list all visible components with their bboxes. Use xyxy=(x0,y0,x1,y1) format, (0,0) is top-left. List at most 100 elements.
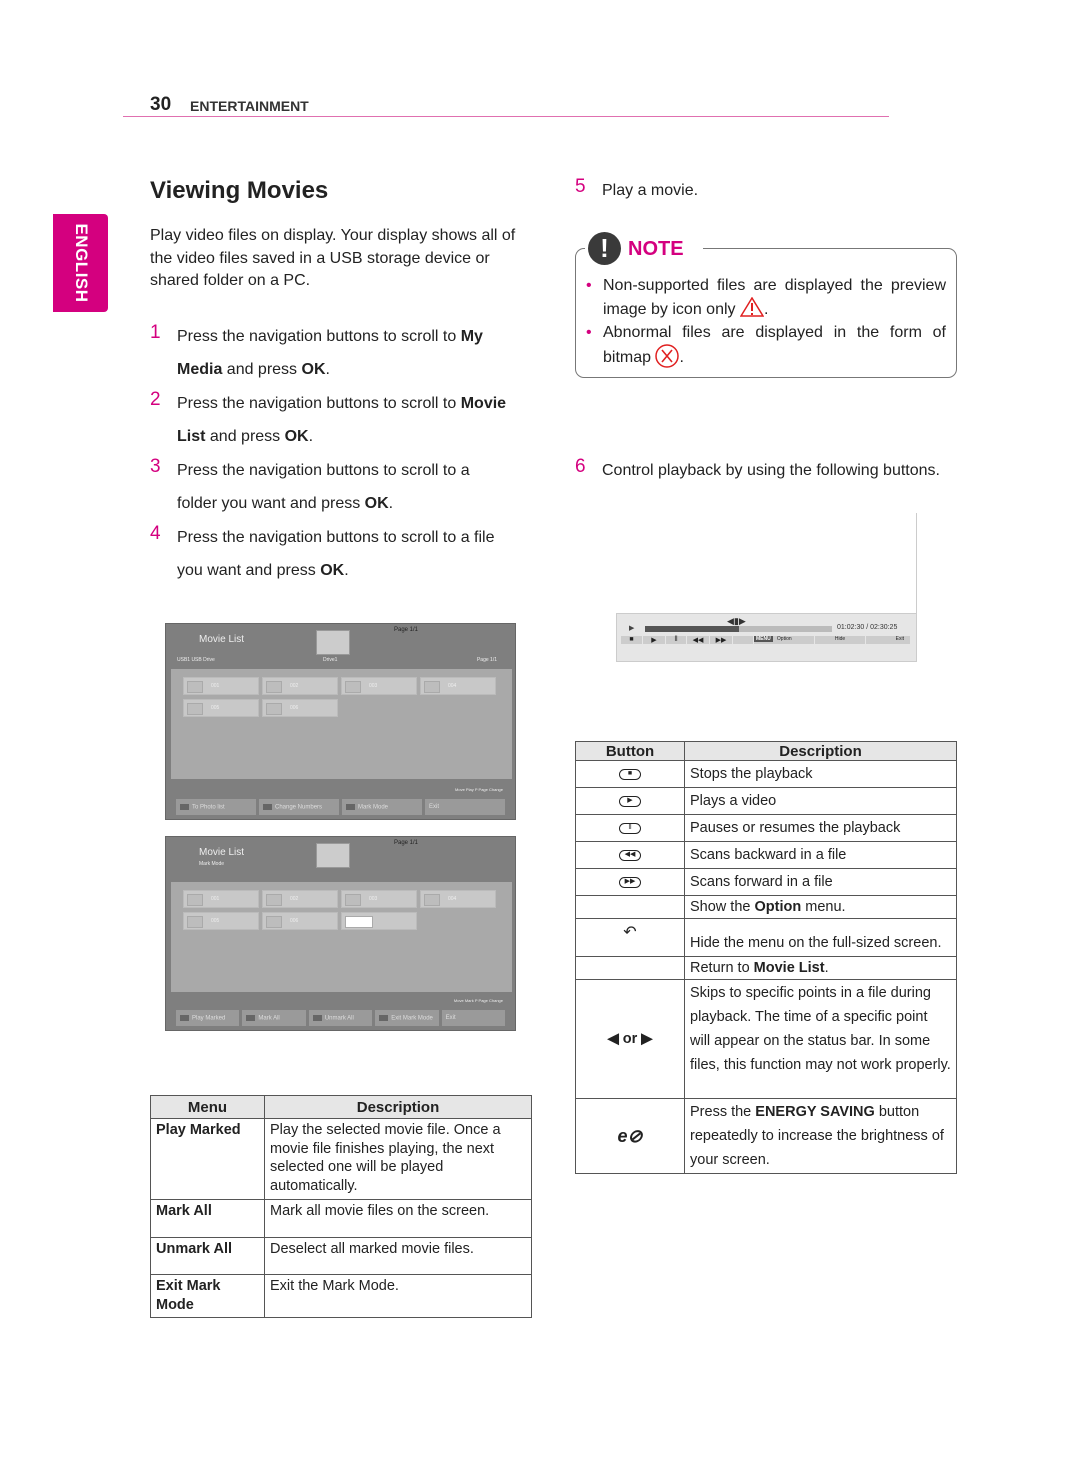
step-number: 6 xyxy=(575,456,586,477)
folder-item[interactable]: 003 xyxy=(341,890,417,908)
col-header: Button xyxy=(575,741,685,761)
folder-item[interactable]: 006 xyxy=(262,912,338,930)
screen-button[interactable]: Mark Mode xyxy=(342,799,422,815)
folder-icon xyxy=(266,916,282,928)
step-number: 1 xyxy=(150,322,161,343)
folder-item[interactable]: 005 xyxy=(183,912,259,930)
desc: Pauses or resumes the playback xyxy=(684,814,957,842)
folder-item[interactable]: 001 xyxy=(183,890,259,908)
step-text: Press the navigation buttons to scroll t… xyxy=(177,328,483,378)
divider xyxy=(916,513,917,613)
screen-title: Movie List xyxy=(199,634,245,645)
folder-icon xyxy=(187,894,203,906)
folder-icon xyxy=(424,681,440,693)
folder-item[interactable]: 004 xyxy=(420,890,496,908)
col-header: Menu xyxy=(150,1095,265,1119)
desc: Show the Option menu. xyxy=(684,895,957,919)
screen-button[interactable]: Change Numbers xyxy=(259,799,339,815)
step-text: Play a movie. xyxy=(602,182,699,199)
table-row: Unmark All Deselect all marked movie file… xyxy=(150,1237,532,1275)
folder-item[interactable]: 002 xyxy=(262,677,338,695)
desc: Skips to specific points in a file durin… xyxy=(684,979,957,1099)
menu-table: Menu Description Play Marked Play the sele… xyxy=(150,1095,532,1318)
folder-icon xyxy=(345,681,361,693)
folder-icon xyxy=(266,681,282,693)
folder-item[interactable]: 003 xyxy=(341,677,417,695)
table-row: Mark All Mark all movie files on the scre… xyxy=(150,1199,532,1238)
intro-text: Play video files on display. Your displa… xyxy=(150,227,516,289)
desc: Stops the playback xyxy=(684,760,957,788)
folder-item[interactable]: 004 xyxy=(420,677,496,695)
step-number: 3 xyxy=(150,456,161,477)
table-row: Exit Mark Mode Exit the Mark Mode. xyxy=(150,1274,532,1318)
screen-button[interactable]: Exit Mark Mode xyxy=(375,1010,439,1026)
section-title: ENTERTAINMENT xyxy=(190,98,309,114)
color-key-icon xyxy=(246,1015,256,1021)
screen-title: Movie List xyxy=(199,847,245,858)
progress-fill xyxy=(645,626,739,632)
header-divider xyxy=(123,116,889,117)
screen-button[interactable]: Exit xyxy=(441,1010,506,1026)
folder-item[interactable]: 002 xyxy=(262,890,338,908)
menu-desc: Play the selected movie file. Once a mov… xyxy=(264,1118,532,1200)
desc: Scans forward in a file xyxy=(684,868,957,896)
play-status-icon: ▶ xyxy=(629,625,635,632)
pause-icon[interactable]: ll xyxy=(666,636,686,644)
screen-button[interactable]: Mark All xyxy=(242,1010,306,1026)
screen-subtitle: Mark Mode xyxy=(199,861,225,867)
hide-button[interactable]: Hide xyxy=(815,636,865,644)
menu-name: Unmark All xyxy=(156,1241,233,1257)
exit-button[interactable]: Exit xyxy=(866,636,910,644)
stop-icon[interactable]: ■ xyxy=(621,636,642,644)
play-button-icon: ▶ xyxy=(619,795,641,807)
col-header: Description xyxy=(684,741,957,761)
movie-list-screenshot: Movie List Mark Mode Page 1/1 USB1 USB D… xyxy=(165,836,516,1031)
desc: Scans backward in a file xyxy=(684,841,957,869)
menu-name: Mark All xyxy=(156,1203,212,1219)
note-title: NOTE xyxy=(628,238,684,260)
key-hints: Move Mark P Page Change xyxy=(453,998,503,1003)
movie-file-item[interactable] xyxy=(341,912,417,930)
left-right-arrow-icon: ◀ or ▶ xyxy=(607,1031,653,1047)
page-indicator: Page 1/1 xyxy=(394,627,419,633)
page-title: Viewing Movies xyxy=(150,177,329,204)
play-icon[interactable]: ▶ xyxy=(643,636,665,644)
rewind-icon[interactable]: ◀◀ xyxy=(687,636,709,644)
menu-desc: Deselect all marked movie files. xyxy=(264,1237,532,1275)
screen-button[interactable]: To Photo list xyxy=(176,799,256,815)
folder-item[interactable]: 006 xyxy=(262,699,338,717)
desc: Hide the menu on the full-sized screen. xyxy=(684,918,957,957)
folder-icon xyxy=(424,894,440,906)
option-button[interactable]: MENU Option xyxy=(754,636,814,644)
fast-forward-icon[interactable]: ▶▶ xyxy=(710,636,732,644)
color-key-icon xyxy=(379,1015,389,1021)
step-text: Press the navigation buttons to scroll t… xyxy=(177,529,495,579)
folder-item[interactable]: 001 xyxy=(183,677,259,695)
folder-icon xyxy=(187,703,203,715)
time-readout: 01:02:30 / 02:30:25 xyxy=(837,624,898,631)
energy-saving-icon: e⊘ xyxy=(575,1098,685,1174)
menu-name: Play Marked xyxy=(156,1122,241,1138)
desc: Press the ENERGY SAVING button repeatedl… xyxy=(684,1098,957,1174)
folder-icon xyxy=(316,843,350,868)
step-number: 4 xyxy=(150,523,161,544)
folder-icon xyxy=(345,894,361,906)
color-key-icon xyxy=(263,804,272,810)
thumbnail xyxy=(345,916,373,928)
note-exclamation-icon: ! xyxy=(588,232,621,265)
note-item: Non-supported files are displayed the pr… xyxy=(586,274,946,321)
screen-button[interactable]: Play Marked xyxy=(176,1010,240,1026)
folder-icon xyxy=(266,703,282,715)
step-text: Press the navigation buttons to scroll t… xyxy=(177,395,507,445)
language-label: ENGLISH xyxy=(71,223,91,303)
step-text: Press the navigation buttons to scroll t… xyxy=(177,462,470,512)
language-tab: ENGLISH xyxy=(53,214,108,312)
movie-list-screenshot: Movie List Page 1/1 USB1 USB Drive Drive… xyxy=(165,623,516,820)
folder-icon xyxy=(266,894,282,906)
page-number: 30 xyxy=(150,94,172,115)
folder-item[interactable]: 005 xyxy=(183,699,259,717)
error-x-icon xyxy=(655,344,680,368)
table-row: Play Marked Play the selected movie file.… xyxy=(150,1118,532,1200)
screen-button[interactable]: Unmark All xyxy=(308,1010,373,1026)
screen-button[interactable]: Exit xyxy=(425,799,505,815)
